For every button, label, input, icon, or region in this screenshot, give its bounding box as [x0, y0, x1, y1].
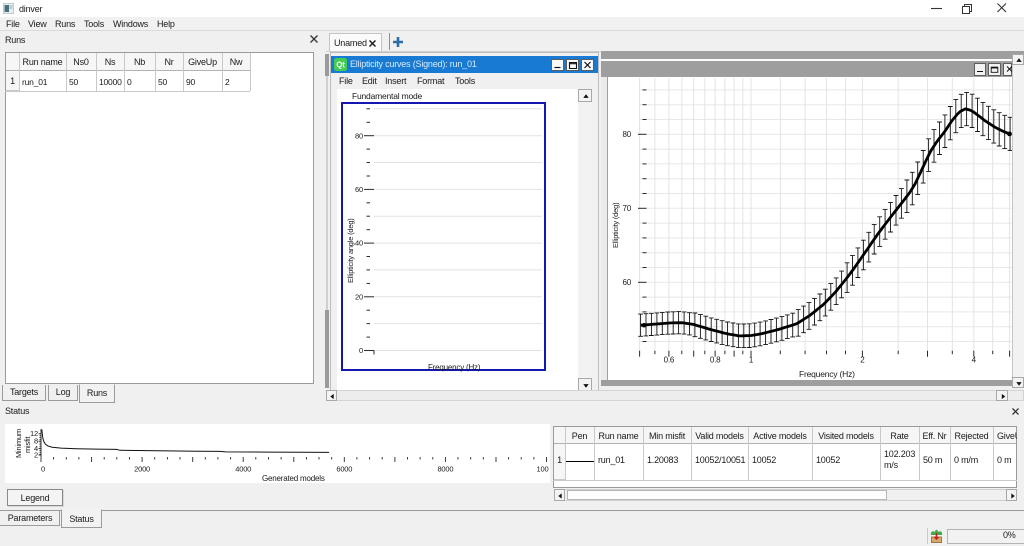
svg-text:8000: 8000	[437, 465, 453, 474]
svg-text:6000: 6000	[336, 465, 352, 474]
svg-text:2000: 2000	[134, 465, 150, 474]
svg-text:0: 0	[41, 465, 45, 474]
svg-text:100: 100	[537, 465, 549, 474]
svg-text:2: 2	[34, 450, 38, 459]
svg-text:4000: 4000	[235, 465, 251, 474]
